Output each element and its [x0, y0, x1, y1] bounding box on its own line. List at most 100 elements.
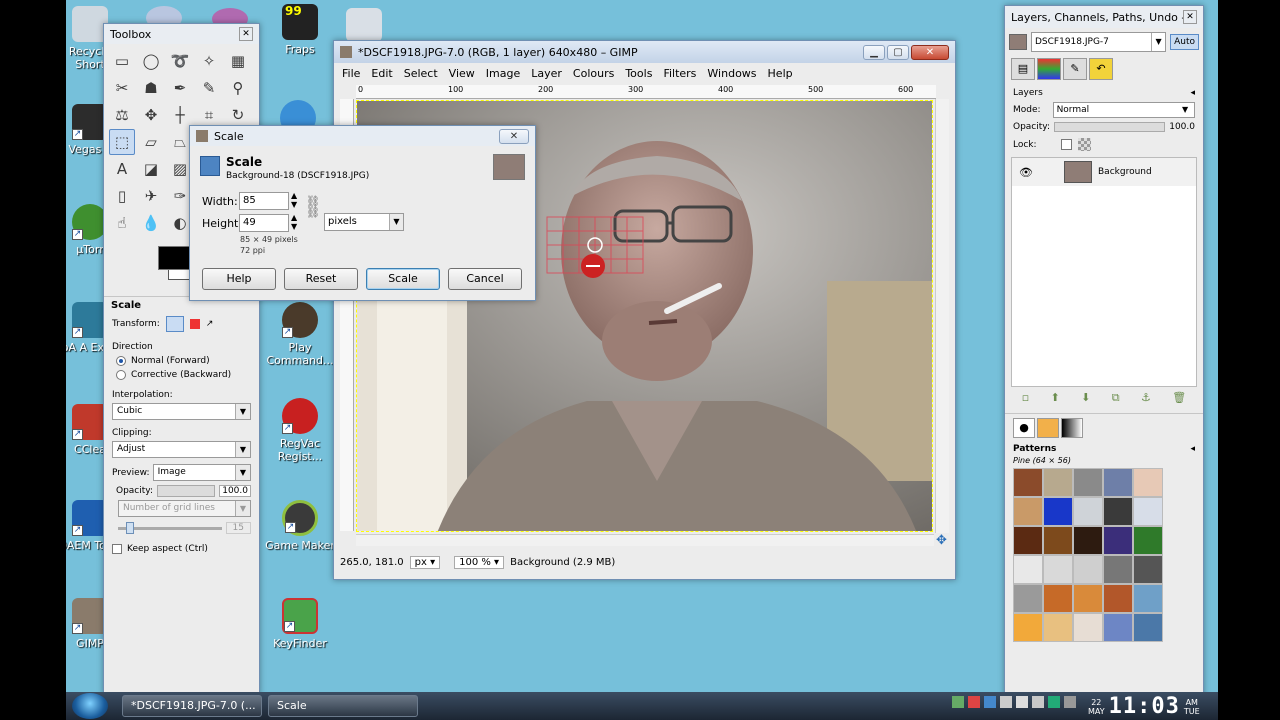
- taskbar-item-gimp-image[interactable]: *DSCF1918.JPG-7.0 (...: [122, 695, 262, 717]
- help-button[interactable]: Help: [202, 268, 276, 290]
- tray-icon[interactable]: [1032, 696, 1044, 708]
- lock-pixels-checkbox[interactable]: [1060, 139, 1072, 150]
- tab-layers-icon[interactable]: ▤: [1011, 58, 1035, 80]
- pattern-swatch[interactable]: [1043, 555, 1073, 584]
- spin-arrows-icon[interactable]: ▲ ▼: [291, 191, 297, 209]
- pattern-swatch[interactable]: [1073, 613, 1103, 642]
- interpolation-select[interactable]: Cubic ▼: [112, 403, 251, 420]
- horizontal-ruler[interactable]: 0 100 200 300 400 500 600: [356, 85, 936, 99]
- tray-icon[interactable]: [1016, 696, 1028, 708]
- pattern-swatch[interactable]: [1133, 555, 1163, 584]
- height-input[interactable]: 49: [239, 214, 289, 232]
- tray-icon[interactable]: [952, 696, 964, 708]
- direction-corrective-radio[interactable]: Corrective (Backward): [104, 368, 259, 382]
- menu-help[interactable]: Help: [768, 67, 793, 80]
- chain-link-icon[interactable]: ⛓ ⛓: [306, 196, 320, 218]
- unit-select[interactable]: pixels ▼: [324, 213, 404, 231]
- reset-button[interactable]: Reset: [284, 268, 358, 290]
- desktop-icon-play-command[interactable]: ↗ Play Command...: [264, 302, 336, 367]
- pattern-swatch[interactable]: [1043, 584, 1073, 613]
- desktop-icon-fraps[interactable]: 99 Fraps: [264, 4, 336, 56]
- new-layer-icon[interactable]: ▫: [1022, 391, 1029, 405]
- navigate-icon[interactable]: ✥: [936, 533, 947, 548]
- menu-tools[interactable]: Tools: [625, 67, 652, 80]
- pattern-swatch[interactable]: [1103, 584, 1133, 613]
- menu-select[interactable]: Select: [404, 67, 438, 80]
- paths-tool-icon[interactable]: ✒: [167, 75, 193, 101]
- duplicate-layer-icon[interactable]: ⧉: [1112, 391, 1120, 405]
- keep-aspect-checkbox[interactable]: Keep aspect (Ctrl): [104, 542, 259, 556]
- vertical-scrollbar[interactable]: [935, 99, 949, 533]
- image-window-titlebar[interactable]: *DSCF1918.JPG-7.0 (RGB, 1 layer) 640x480…: [334, 41, 955, 63]
- slider-handle-icon[interactable]: [126, 521, 134, 534]
- cancel-button[interactable]: Cancel: [448, 268, 522, 290]
- menu-filters[interactable]: Filters: [663, 67, 696, 80]
- pattern-swatch[interactable]: [1073, 526, 1103, 555]
- scale-button[interactable]: Scale: [366, 268, 440, 290]
- blur-tool-icon[interactable]: 💧: [138, 210, 164, 236]
- text-tool-icon[interactable]: A: [109, 156, 135, 182]
- layer-name[interactable]: Background: [1098, 167, 1152, 177]
- anchor-layer-icon[interactable]: ⚓: [1141, 391, 1151, 405]
- bucket-fill-tool-icon[interactable]: ◪: [138, 156, 164, 182]
- direction-normal-radio[interactable]: Normal (Forward): [104, 354, 259, 368]
- menu-colours[interactable]: Colours: [573, 67, 614, 80]
- dock-titlebar[interactable]: Layers, Channels, Paths, Undo - Br... ✕: [1005, 6, 1203, 28]
- pattern-swatch[interactable]: [1073, 497, 1103, 526]
- image-select[interactable]: DSCF1918.JPG-7 ▼: [1031, 32, 1167, 52]
- tray-icon[interactable]: [984, 696, 996, 708]
- opacity-value[interactable]: 100.0: [1169, 122, 1195, 132]
- foreground-color-swatch[interactable]: [158, 246, 192, 270]
- start-button[interactable]: [72, 693, 108, 719]
- tab-patterns-icon[interactable]: [1037, 418, 1059, 438]
- tab-channels-icon[interactable]: [1037, 58, 1061, 80]
- desktop-icon-keyfinder[interactable]: ↗ KeyFinder: [264, 598, 336, 650]
- minimize-icon[interactable]: ▁: [863, 44, 885, 60]
- preview-select[interactable]: Image ▼: [152, 464, 251, 481]
- tray-icon[interactable]: [968, 696, 980, 708]
- desktop-icon-game-maker[interactable]: ↗ Game Maker: [264, 500, 336, 552]
- layer-row[interactable]: 👁 Background: [1012, 158, 1196, 186]
- airbrush-tool-icon[interactable]: ✈: [138, 183, 164, 209]
- clock[interactable]: 22 MAY 11:03 AM TUE: [1088, 694, 1200, 719]
- lasso-tool-icon[interactable]: ➰: [167, 48, 193, 74]
- pattern-swatch[interactable]: [1073, 584, 1103, 613]
- tray-icon[interactable]: [1048, 696, 1060, 708]
- unit-select[interactable]: px ▾: [409, 555, 441, 569]
- maximize-icon[interactable]: ▢: [887, 44, 909, 60]
- zoom-select[interactable]: 100 % ▾: [454, 555, 505, 569]
- lock-alpha-icon[interactable]: [1077, 138, 1091, 151]
- close-icon[interactable]: ✕: [1183, 10, 1197, 24]
- pattern-swatch[interactable]: [1013, 497, 1043, 526]
- pattern-swatch[interactable]: [1133, 584, 1163, 613]
- grid-count-slider[interactable]: [118, 521, 222, 534]
- scale-dialog-titlebar[interactable]: Scale ✕: [190, 126, 535, 146]
- transform-layer-icon[interactable]: [165, 316, 184, 332]
- close-icon[interactable]: ✕: [911, 44, 949, 60]
- tray-icon[interactable]: [1064, 696, 1076, 708]
- opacity-value[interactable]: 100.0: [219, 485, 251, 497]
- pattern-swatch[interactable]: [1013, 526, 1043, 555]
- pattern-swatch[interactable]: [1133, 468, 1163, 497]
- pattern-swatch[interactable]: [1013, 613, 1043, 642]
- delete-layer-icon[interactable]: 🗑: [1172, 391, 1186, 405]
- move-tool-icon[interactable]: ✥: [138, 102, 164, 128]
- desktop-icon-regvac[interactable]: ↗ RegVac Regist...: [264, 398, 336, 463]
- clipping-select[interactable]: Adjust ▼: [112, 441, 251, 458]
- eraser-tool-icon[interactable]: ▯: [109, 183, 135, 209]
- tab-gradients-icon[interactable]: [1061, 418, 1083, 438]
- ellipse-select-tool-icon[interactable]: ◯: [138, 48, 164, 74]
- menu-layer[interactable]: Layer: [531, 67, 562, 80]
- tab-paths-icon[interactable]: ✎: [1063, 58, 1087, 80]
- opacity-slider[interactable]: [157, 485, 216, 497]
- fuzzy-select-tool-icon[interactable]: ✧: [196, 48, 222, 74]
- color-select-tool-icon[interactable]: ▦: [225, 48, 251, 74]
- horizontal-scrollbar[interactable]: [356, 534, 934, 546]
- pattern-swatch[interactable]: [1043, 468, 1073, 497]
- pattern-swatch[interactable]: [1043, 526, 1073, 555]
- pattern-swatch[interactable]: [1073, 468, 1103, 497]
- grid-lines-select[interactable]: Number of grid lines ▼: [118, 500, 251, 517]
- raise-layer-icon[interactable]: ⬆: [1051, 391, 1060, 405]
- taskbar-item-scale[interactable]: Scale: [268, 695, 418, 717]
- pattern-swatch[interactable]: [1103, 613, 1133, 642]
